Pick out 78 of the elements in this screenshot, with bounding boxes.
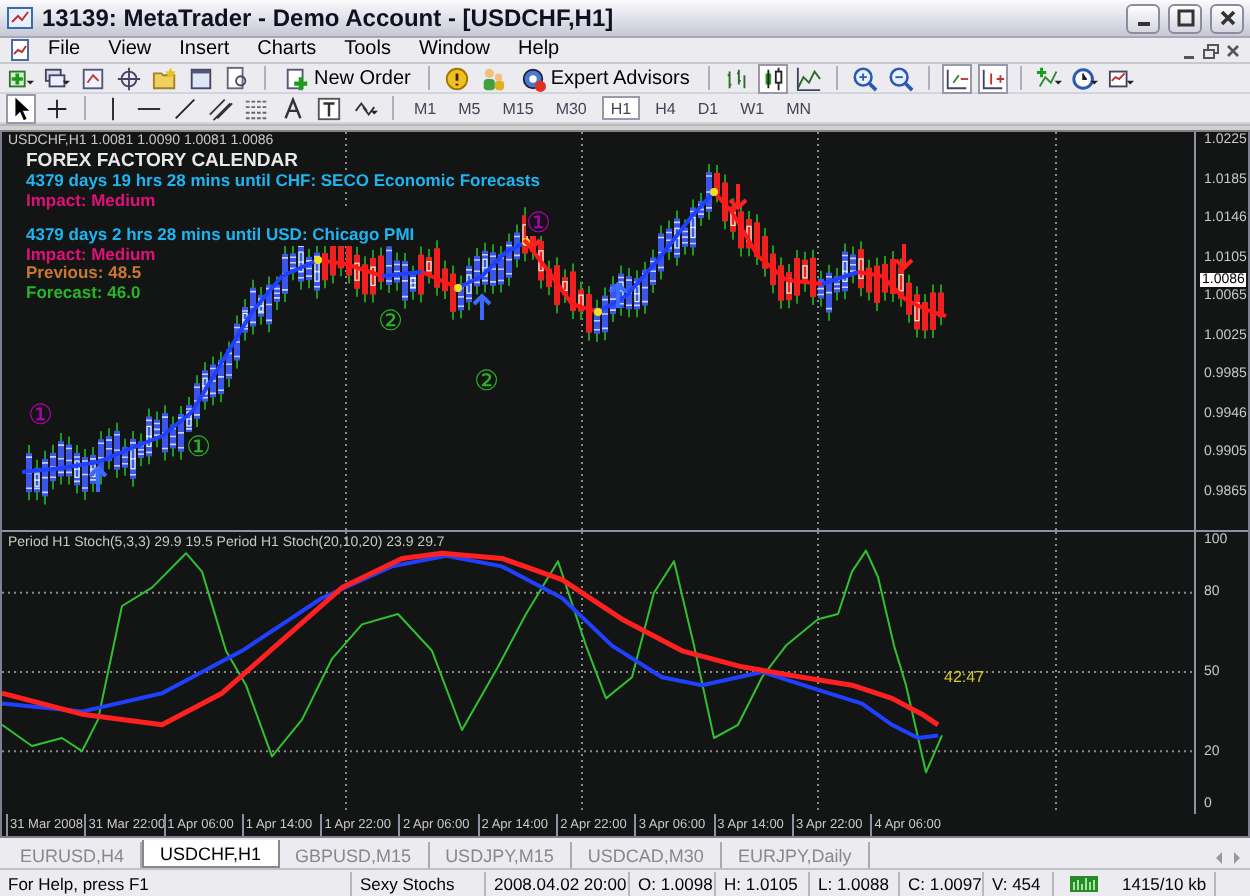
menu-item[interactable]: Insert [167,38,242,62]
circled-number: ① [186,432,212,460]
autoscroll-icon[interactable] [979,65,1006,91]
menu-item[interactable]: View [96,38,164,62]
minimize-button[interactable] [1126,3,1160,33]
period-button[interactable]: H4 [649,96,682,120]
period-button[interactable]: W1 [734,96,771,120]
maximize-icon[interactable] [1175,8,1195,28]
folder-star-icon[interactable] [152,65,178,91]
circled-number: ② [378,306,404,334]
status-field: V: 454 [984,871,1054,895]
cursor-icon[interactable] [8,95,34,121]
menu-item[interactable]: Help [506,38,572,62]
circled-number: ① [526,208,552,236]
status-field: For Help, press F1 [0,871,352,895]
indicator-reading: 42:47 [944,668,985,686]
zoom-out-icon[interactable] [887,65,914,91]
app-icon[interactable] [6,4,34,32]
chart-shift-icon[interactable] [943,65,970,91]
status-field: C: 1.0097 [900,871,984,895]
period-button[interactable]: H1 [602,96,640,120]
template-icon[interactable] [1107,65,1134,91]
circled-number: ① [28,400,54,428]
indicator-plus-icon[interactable] [1035,65,1062,91]
status-field: L: 1.0088 [810,871,900,895]
windows-icon[interactable] [44,65,70,91]
circled-number: ② [474,366,500,394]
period-button[interactable]: M15 [496,96,540,120]
crosshair-icon[interactable] [44,95,70,121]
line-chart-icon[interactable] [795,65,822,91]
up-arrow-icon [608,281,628,310]
down-arrow-icon [894,242,914,271]
chart-tab[interactable]: USDCHF,H1 [142,840,280,868]
close-button[interactable] [1210,3,1244,33]
expert-advisors-button[interactable]: Expert Advisors [516,64,694,92]
status-field: H: 1.0105 [716,871,810,895]
period-button[interactable]: M1 [408,96,443,120]
down-arrow-icon [728,182,748,211]
add-chart-icon[interactable] [8,65,34,91]
status-field: O: 1.0098 [630,871,716,895]
magnifier-document-icon[interactable] [224,65,250,91]
label-icon[interactable] [316,95,342,121]
window-icon[interactable] [188,65,214,91]
people-icon[interactable] [480,65,507,91]
document-plus-icon [284,65,310,91]
up-arrow-icon [88,465,108,494]
calendar-title: FOREX FACTORY CALENDAR [26,152,299,172]
clock-icon[interactable] [1071,65,1098,91]
window-title: 13139: MetaTrader - Demo Account - [USDCHF,H1] [42,4,616,32]
alert-icon[interactable] [444,65,471,91]
period-button[interactable]: M30 [549,96,593,120]
restore-icon[interactable] [1202,41,1220,59]
channel-icon[interactable] [208,95,234,121]
candlestick-icon[interactable] [759,65,786,91]
status-field: 2008.04.02 20:00 [486,871,630,895]
text-icon[interactable] [280,95,306,121]
bar-chart-icon[interactable] [723,65,750,91]
fibonacci-icon[interactable] [244,95,270,121]
document-icon[interactable] [8,38,32,62]
period-button[interactable]: D1 [691,96,725,120]
status-field: Sexy Stochs [352,871,486,895]
maximize-button[interactable] [1168,3,1202,33]
zoom-in-icon[interactable] [851,65,878,91]
period-button[interactable]: M5 [452,96,487,120]
crosshair-icon[interactable] [116,65,142,91]
connection-bars-icon [1068,871,1100,895]
close-icon[interactable] [1217,8,1237,28]
up-arrow-icon [472,293,492,322]
menu-item[interactable]: File [36,38,93,62]
period-button[interactable]: MN [780,96,818,120]
trendline-icon[interactable] [172,95,198,121]
menu-item[interactable]: Tools [332,38,403,62]
status-field: 1415/10 kb [1114,871,1217,895]
menu-item[interactable]: Window [406,38,503,62]
menu-item[interactable]: Charts [245,38,329,62]
new-order-button[interactable]: New Order [280,64,415,92]
market-watch-icon[interactable] [80,65,106,91]
close-icon[interactable] [1224,41,1242,59]
